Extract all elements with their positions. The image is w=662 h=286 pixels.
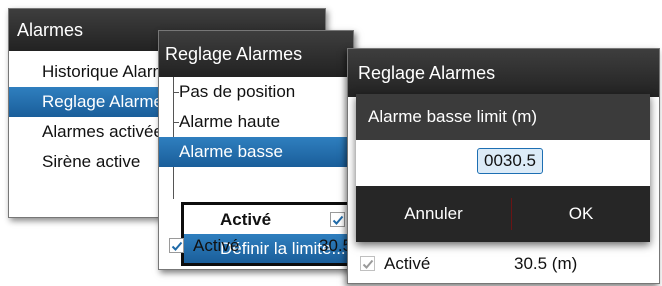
- menu-item-high-alarm[interactable]: Alarme haute: [159, 107, 353, 137]
- alarm-settings-front-title: Reglage Alarmes: [348, 49, 659, 97]
- active-checkbox[interactable]: [169, 238, 184, 253]
- alarm-settings-window: Reglage Alarmes Pas de position Alarme h…: [158, 30, 357, 270]
- dialog-input-area: [356, 140, 650, 186]
- low-alarm-limit-dialog: Alarme basse limit (m) Annuler OK: [356, 94, 650, 242]
- front-active-row[interactable]: Activé 30.5 (m): [348, 247, 659, 281]
- cancel-button[interactable]: Annuler: [356, 186, 511, 242]
- front-active-value: 30.5 (m): [514, 254, 578, 273]
- ok-button[interactable]: OK: [512, 186, 650, 242]
- alarm-settings-title: Reglage Alarmes: [159, 31, 353, 77]
- check-icon: [171, 241, 183, 251]
- tree-tick: [173, 92, 179, 93]
- check-icon: [362, 259, 374, 269]
- menu-item-low-alarm[interactable]: Alarme basse: [159, 137, 353, 167]
- submenu-active-checkbox[interactable]: [330, 212, 345, 227]
- dialog-title: Alarme basse limit (m): [356, 94, 650, 140]
- check-icon: [332, 215, 344, 225]
- limit-value-input[interactable]: [477, 148, 543, 174]
- active-row[interactable]: Activé 30.5: [159, 229, 353, 263]
- front-active-label: Activé: [384, 254, 431, 273]
- menu-item-position-step[interactable]: Pas de position: [159, 77, 353, 107]
- front-active-checkbox[interactable]: [360, 256, 375, 271]
- active-label: Activé: [193, 236, 240, 255]
- tree-tick: [173, 122, 179, 123]
- alarm-settings-menu: Pas de position Alarme haute Alarme bass…: [159, 77, 357, 269]
